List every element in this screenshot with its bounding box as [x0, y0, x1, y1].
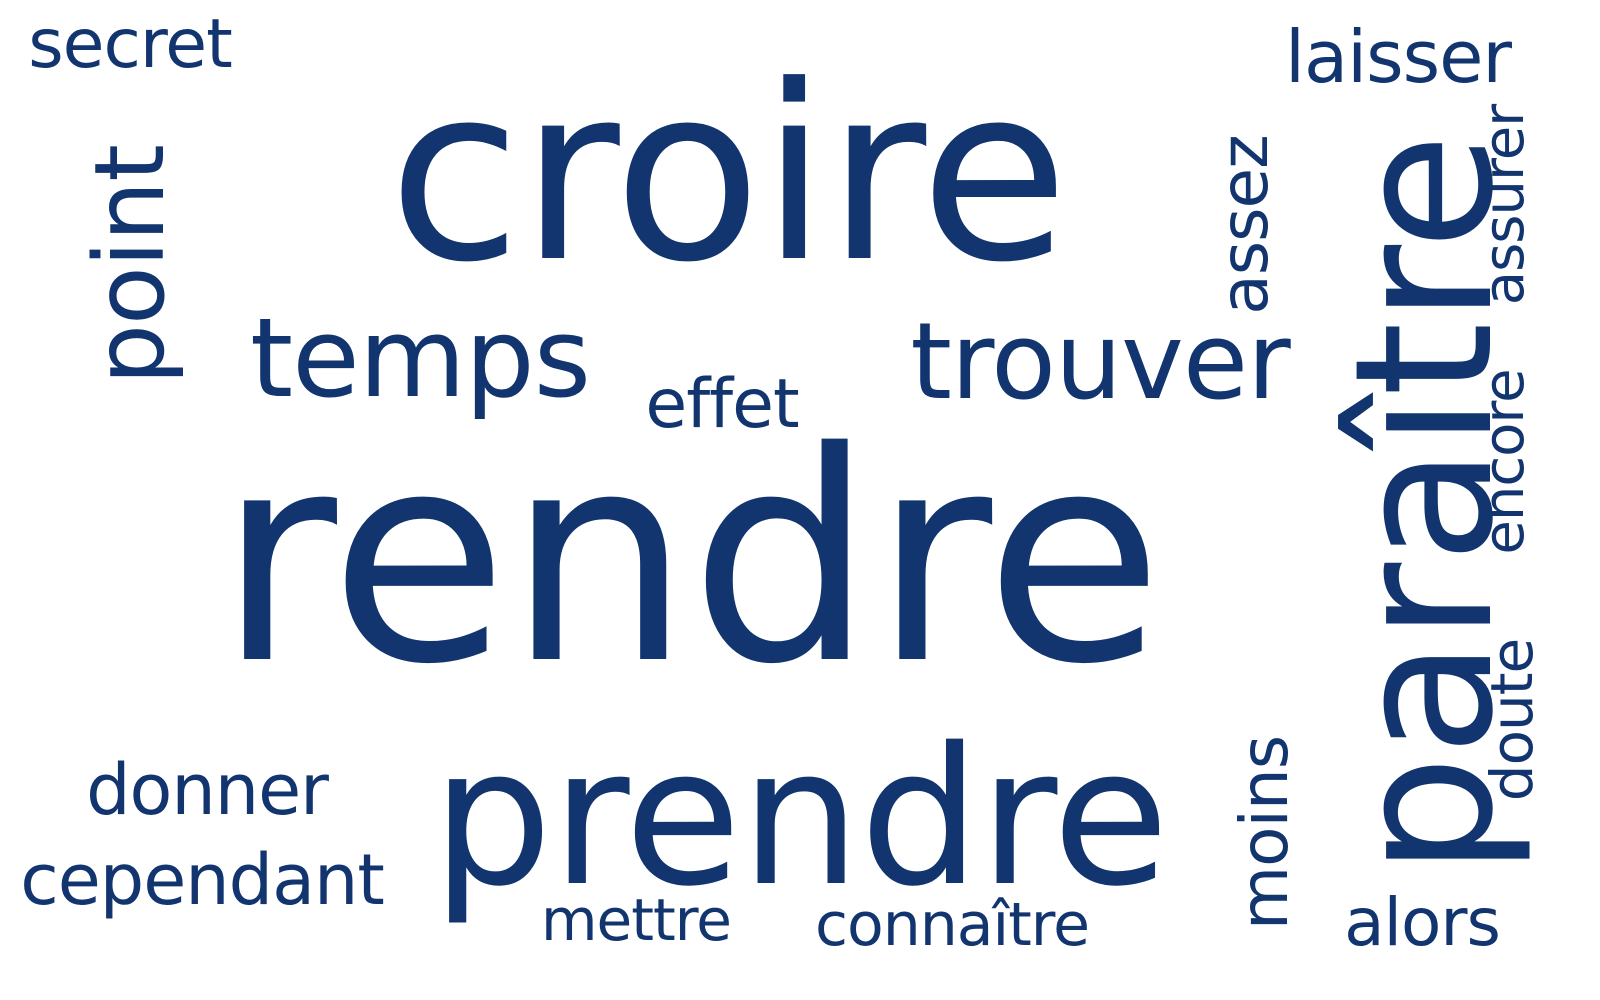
word-effet: effet	[645, 365, 799, 444]
word-assez: assez	[1206, 135, 1283, 315]
word-cependant: cependant	[20, 839, 385, 921]
word-croire: croire	[388, 34, 1069, 316]
word-doute: doute	[1478, 638, 1546, 802]
word-encore: encore	[1472, 369, 1537, 555]
word-cloud: rendre croire prendre paraître temps tro…	[0, 0, 1600, 1000]
word-secret: secret	[28, 5, 233, 84]
word-trouver: trouver	[910, 300, 1290, 423]
word-alors: alors	[1344, 884, 1501, 961]
word-prendre: prendre	[431, 707, 1169, 928]
word-donner: donner	[86, 749, 329, 831]
word-moins: moins	[1226, 735, 1303, 931]
word-rendre: rendre	[217, 391, 1163, 728]
word-assurer: assurer	[1472, 104, 1537, 306]
word-mettre: mettre	[541, 886, 732, 954]
word-point: point	[74, 145, 186, 385]
word-laisser: laisser	[1284, 15, 1512, 99]
word-temps: temps	[249, 294, 591, 422]
word-connaitre: connaître	[815, 890, 1090, 960]
